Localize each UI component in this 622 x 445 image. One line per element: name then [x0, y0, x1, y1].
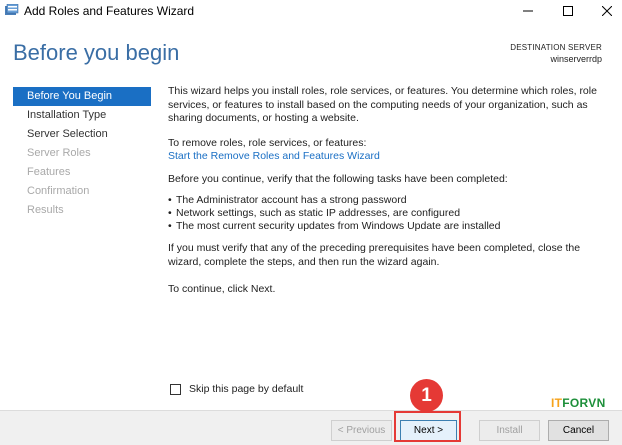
- continue-instruction: To continue, click Next.: [168, 283, 276, 295]
- watermark-logo: ITFORVN: [551, 396, 606, 410]
- server-manager-icon: [5, 3, 20, 17]
- list-item: The Administrator account has a strong p…: [168, 194, 500, 207]
- skip-page-option[interactable]: Skip this page by default: [170, 383, 303, 395]
- remove-heading: To remove roles, role services, or featu…: [168, 137, 367, 149]
- list-item: The most current security updates from W…: [168, 220, 500, 233]
- watermark-prefix: IT: [551, 396, 563, 410]
- wizard-main-panel: This wizard helps you install roles, rol…: [168, 82, 608, 295]
- wizard-nav: Before You Begin Installation Type Serve…: [13, 87, 151, 220]
- title-bar: Add Roles and Features Wizard: [0, 0, 622, 22]
- nav-item-before-you-begin[interactable]: Before You Begin: [13, 87, 151, 106]
- next-button-highlight: [394, 411, 461, 442]
- list-item: Network settings, such as static IP addr…: [168, 207, 500, 220]
- cancel-button[interactable]: Cancel: [548, 420, 609, 441]
- nav-item-confirmation: Confirmation: [27, 185, 90, 197]
- skip-page-checkbox[interactable]: [170, 383, 181, 395]
- window-title: Add Roles and Features Wizard: [24, 4, 195, 18]
- wizard-content: Before You Begin Installation Type Serve…: [0, 80, 622, 410]
- wizard-header: Before you begin DESTINATION SERVER wins…: [0, 22, 622, 80]
- skip-page-label: Skip this page by default: [189, 383, 304, 395]
- watermark-main: FORVN: [562, 396, 606, 410]
- nav-item-server-selection[interactable]: Server Selection: [13, 125, 151, 144]
- step-number-badge: 1: [410, 379, 443, 412]
- remove-wizard-link[interactable]: Start the Remove Roles and Features Wiza…: [168, 150, 380, 164]
- destination-server-label: DESTINATION SERVER: [510, 43, 602, 52]
- previous-button[interactable]: < Previous: [331, 420, 392, 441]
- intro-text: This wizard helps you install roles, rol…: [168, 85, 597, 124]
- maximize-icon: [563, 6, 573, 16]
- close-icon: [602, 6, 612, 16]
- minimize-button[interactable]: [513, 0, 543, 22]
- destination-server-name: winserverrdp: [550, 54, 602, 64]
- nav-item-results: Results: [27, 204, 64, 216]
- nav-item-features: Features: [27, 166, 71, 178]
- install-button[interactable]: Install: [479, 420, 540, 441]
- maximize-button[interactable]: [553, 0, 583, 22]
- nav-item-installation-type[interactable]: Installation Type: [13, 106, 151, 125]
- nav-item-server-roles: Server Roles: [27, 147, 91, 159]
- verify-text: Before you continue, verify that the fol…: [168, 173, 508, 185]
- prerequisite-list: The Administrator account has a strong p…: [168, 194, 500, 233]
- wizard-footer: < Previous Next > Install Cancel: [0, 410, 622, 445]
- minimize-icon: [523, 10, 533, 12]
- page-title: Before you begin: [13, 40, 180, 65]
- close-button[interactable]: [592, 0, 622, 22]
- prerequisite-note: If you must verify that any of the prece…: [168, 242, 581, 268]
